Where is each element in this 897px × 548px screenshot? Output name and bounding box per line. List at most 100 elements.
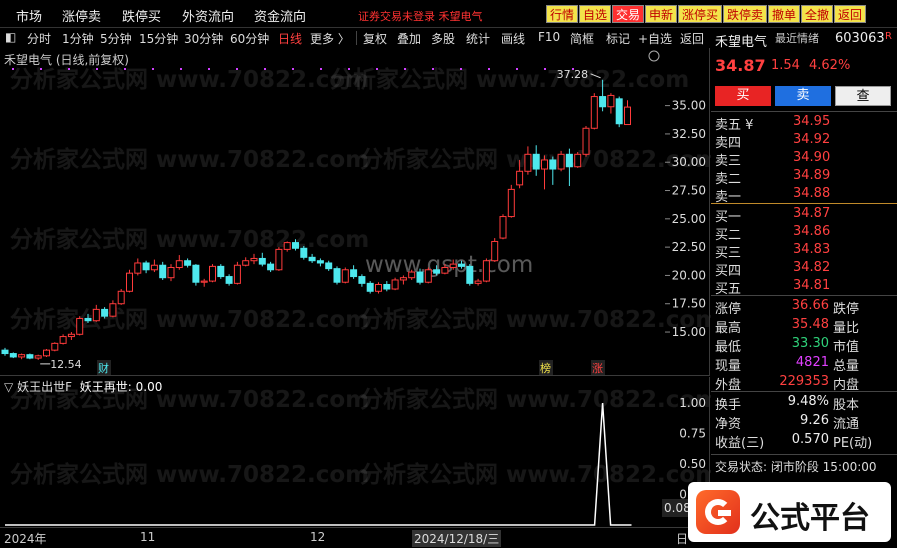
top-button[interactable]: 申新 [645,5,677,23]
bid-row[interactable]: 买三 34.83 [711,242,897,261]
candle-body[interactable] [366,282,374,292]
candle-body[interactable] [399,277,407,281]
candle-body[interactable] [9,353,17,358]
candle-body[interactable] [416,271,424,283]
candle-body[interactable] [574,153,582,168]
candle-body[interactable] [167,267,175,279]
candle-body[interactable] [242,260,250,266]
candle-body[interactable] [184,260,192,266]
candle-body[interactable] [84,317,92,322]
period-tab[interactable]: 更多 〉 [310,30,350,47]
top-button[interactable]: 自选 [579,5,611,23]
candle-body[interactable] [383,283,391,290]
candle-body[interactable] [424,269,432,283]
candle-body[interactable] [18,354,26,358]
candle-body[interactable] [491,240,499,262]
candle-body[interactable] [474,280,482,284]
candle-body[interactable] [582,127,590,155]
tool-button[interactable]: 叠加 [397,30,421,47]
candle-body[interactable] [59,336,67,344]
sentiment-hint[interactable]: 最近情绪 [775,30,819,46]
candle-body[interactable] [109,303,117,317]
tool-button[interactable]: 复权 [363,30,387,47]
ask-row[interactable]: 卖五 ¥ 34.95 [711,114,897,133]
bid-row[interactable]: 买二 34.86 [711,224,897,243]
candle-body[interactable] [126,272,133,292]
candle-body[interactable] [76,317,84,335]
period-tab[interactable]: 30分钟 [184,30,223,47]
candle-body[interactable] [92,308,100,322]
candle-body[interactable] [549,159,557,170]
candle-body[interactable] [233,264,241,284]
candle-body[interactable] [267,263,275,271]
tool-button[interactable]: 统计 [466,30,490,47]
bid-row[interactable]: 买一 34.87 [711,206,897,225]
period-tab[interactable]: 5分钟 [100,30,132,47]
candle-body[interactable] [200,280,208,283]
top-button[interactable]: 行情 [546,5,578,23]
candle-body[interactable] [192,264,200,283]
top-button[interactable]: 涨停买 [678,5,722,23]
buy-button[interactable]: 买 [715,86,771,106]
candle-body[interactable] [333,268,341,283]
candle-body[interactable] [67,333,75,338]
candle-body[interactable] [142,262,150,271]
candle-body[interactable] [308,256,316,262]
event-marker[interactable]: 涨 [592,362,603,375]
candle-body[interactable] [458,263,465,267]
bid-row[interactable]: 买四 34.82 [711,260,897,279]
candle-body[interactable] [134,262,142,274]
layout-icon[interactable]: ◧ [5,30,16,44]
tool-button[interactable]: 返回 [680,30,704,47]
candle-body[interactable] [117,290,125,305]
candle-body[interactable] [482,260,490,282]
candle-body[interactable] [391,279,399,290]
candle-body[interactable] [341,269,349,283]
tool-button[interactable]: 标记 [606,30,630,47]
menu-market[interactable]: 市场 [16,6,42,25]
period-tab[interactable]: 日线 [278,30,302,47]
candle-body[interactable] [624,106,631,126]
period-tab[interactable]: 60分钟 [230,30,269,47]
candle-body[interactable] [375,283,382,292]
indicator-chart[interactable]: ▽ 妖王出世F 妖王再世: 0.00 1.000.750.500.250.08 [0,377,710,527]
candle-body[interactable] [175,260,183,269]
candle-body[interactable] [466,265,474,284]
candle-body[interactable] [615,98,623,125]
tool-button[interactable]: 画线 [501,30,525,47]
candle-body[interactable] [499,216,507,239]
ask-row[interactable]: 卖四 34.92 [711,132,897,151]
candle-body[interactable] [590,96,598,129]
chart-settings-icon[interactable] [648,50,660,62]
menu-limit-down-buy[interactable]: 跌停买 [122,6,161,25]
candle-body[interactable] [599,96,607,108]
candle-body[interactable] [250,257,258,262]
menu-limit-up-sell[interactable]: 涨停卖 [62,6,101,25]
candle-body[interactable] [150,264,158,271]
tool-button[interactable]: 简框 [570,30,594,47]
candle-body[interactable] [258,257,266,265]
candle-body[interactable] [275,248,283,271]
top-button[interactable]: 跌停卖 [723,5,767,23]
menu-capital-flow[interactable]: 资金流向 [254,6,306,25]
candle-body[interactable] [1,349,9,355]
candle-body[interactable] [159,264,167,279]
ask-row[interactable]: 卖三 34.90 [711,150,897,169]
candle-body[interactable] [51,342,59,351]
candle-body[interactable] [516,170,524,186]
candle-body[interactable] [441,267,449,274]
tool-button[interactable]: F10 [538,30,560,44]
candle-body[interactable] [209,265,216,282]
sell-button[interactable]: 卖 [775,86,831,106]
candle-body[interactable] [300,247,308,258]
candle-body[interactable] [43,349,50,357]
candle-body[interactable] [34,355,42,359]
candle-body[interactable] [283,242,291,250]
candle-body[interactable] [292,242,299,249]
event-marker[interactable]: 财 [98,361,109,375]
candle-body[interactable] [350,269,358,278]
period-tab[interactable]: 分时 [27,30,51,47]
price-chart[interactable]: 禾望电气 (日线,前复权) 35.00 32.50 30.00 27.50 25.00 2… [0,48,710,376]
candle-body[interactable] [101,308,109,317]
candle-body[interactable] [217,265,225,278]
